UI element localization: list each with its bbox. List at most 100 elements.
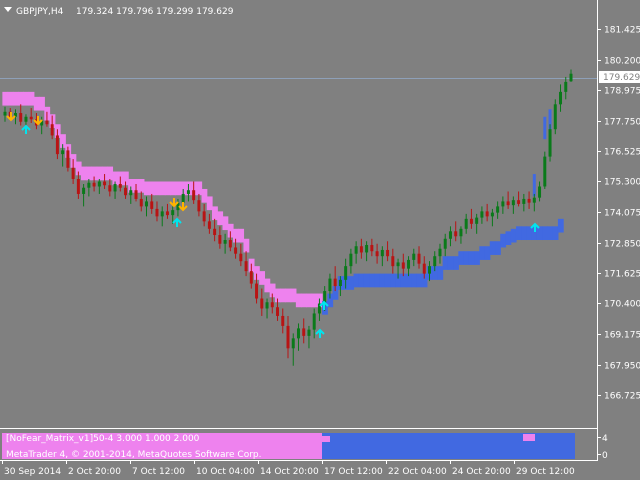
upper-band-segment bbox=[159, 181, 166, 196]
time-tick-label: 24 Oct 20:00 bbox=[452, 467, 511, 477]
candle-body bbox=[333, 278, 337, 287]
upper-band-segment bbox=[243, 238, 250, 253]
candle-body bbox=[192, 190, 196, 201]
candle-body bbox=[218, 235, 222, 244]
indicator-bar-bearish bbox=[523, 434, 535, 441]
candle-body bbox=[76, 179, 80, 194]
price-chart[interactable]: GBPJPY,H4 179.324 179.796 179.299 179.62… bbox=[0, 0, 640, 480]
lower-band-segment bbox=[442, 256, 449, 270]
time-tick-label: 17 Oct 12:00 bbox=[324, 467, 383, 477]
lower-band-segment bbox=[484, 246, 491, 260]
candle-body bbox=[401, 262, 405, 269]
lower-band-segment bbox=[416, 273, 423, 288]
lower-band-segment bbox=[552, 226, 559, 241]
time-tick-label: 2 Oct 20:00 bbox=[68, 467, 121, 477]
price-tick-label: 180.200 bbox=[604, 57, 640, 67]
candle-body bbox=[228, 240, 232, 248]
price-tick-label: 170.400 bbox=[604, 300, 640, 310]
lower-band-segment bbox=[536, 226, 543, 241]
price-tick-label: 178.975 bbox=[604, 87, 640, 97]
indicator-name-label: [NoFear_Matrix_v1]50-4 3.000 1.000 2.000 bbox=[6, 434, 200, 444]
candle-body bbox=[244, 261, 248, 272]
time-tick-label: 29 Oct 12:00 bbox=[516, 467, 575, 477]
candle-body bbox=[469, 218, 473, 224]
candle-body bbox=[380, 249, 384, 257]
price-tick-label: 177.750 bbox=[604, 118, 640, 128]
lower-band-segment bbox=[463, 251, 470, 265]
candle-body bbox=[370, 244, 374, 252]
candle-body bbox=[165, 211, 169, 216]
candle-body bbox=[55, 135, 59, 155]
candle-body bbox=[448, 231, 452, 239]
candle-body bbox=[386, 249, 390, 257]
upper-band-segment bbox=[12, 91, 19, 106]
candle-body bbox=[302, 328, 306, 336]
lower-band-segment bbox=[437, 266, 444, 280]
upper-band-segment bbox=[39, 96, 45, 111]
time-tick-label: 22 Oct 04:00 bbox=[388, 467, 447, 477]
candle-body bbox=[124, 187, 128, 196]
candle-body bbox=[359, 246, 363, 253]
candle-body bbox=[422, 263, 426, 274]
upper-band-segment bbox=[206, 196, 213, 211]
upper-band-segment bbox=[143, 181, 150, 196]
lower-band-segment bbox=[384, 273, 391, 288]
upper-band-segment bbox=[301, 293, 307, 308]
candle-body bbox=[312, 313, 316, 330]
candle-body bbox=[475, 217, 479, 224]
candle-body bbox=[108, 185, 112, 192]
candle-body bbox=[569, 73, 573, 82]
upper-band-segment bbox=[280, 288, 286, 303]
upper-band-segment bbox=[170, 181, 176, 196]
candle-body bbox=[87, 182, 91, 188]
candle-body bbox=[276, 307, 280, 316]
upper-band-segment bbox=[285, 288, 292, 303]
upper-band-segment bbox=[33, 96, 40, 111]
candle-body bbox=[396, 262, 400, 267]
candle-body bbox=[118, 183, 122, 188]
upper-band-segment bbox=[238, 228, 245, 243]
upper-band-segment bbox=[23, 91, 30, 106]
upper-band-segment bbox=[290, 288, 297, 303]
time-tick-label: 10 Oct 04:00 bbox=[196, 467, 255, 477]
candle-body bbox=[459, 228, 463, 237]
candle-body bbox=[496, 206, 500, 213]
candle-body bbox=[543, 156, 547, 187]
candle-body bbox=[160, 211, 164, 217]
lower-band-segment bbox=[515, 226, 522, 241]
candle-body bbox=[186, 190, 190, 194]
candle-body bbox=[522, 198, 526, 204]
candle-body bbox=[428, 266, 431, 274]
candle-body bbox=[61, 150, 65, 155]
upper-band-segment bbox=[149, 181, 155, 196]
candle-body bbox=[260, 298, 264, 309]
candle-body bbox=[92, 182, 96, 187]
candle-body bbox=[66, 150, 70, 168]
candle-body bbox=[365, 244, 369, 253]
candle-body bbox=[464, 218, 468, 229]
candle-body bbox=[139, 198, 143, 207]
candle-body bbox=[538, 186, 542, 198]
lower-band-segment bbox=[348, 276, 355, 290]
upper-band-segment bbox=[217, 211, 224, 226]
candle-body bbox=[548, 129, 552, 157]
upper-band-segment bbox=[259, 271, 266, 285]
lower-band-segment bbox=[495, 241, 501, 255]
indicator-axis-0: 0 bbox=[602, 451, 608, 461]
candle-body bbox=[564, 81, 568, 92]
upper-band-segment bbox=[154, 181, 161, 196]
upper-band-segment bbox=[311, 293, 318, 308]
lower-band-segment bbox=[379, 273, 386, 288]
candle-body bbox=[506, 201, 510, 206]
candle-body bbox=[407, 259, 411, 269]
candle-body bbox=[24, 116, 28, 122]
candle-body bbox=[291, 338, 295, 349]
price-tick-label: 172.850 bbox=[604, 240, 640, 250]
candle-body bbox=[501, 201, 505, 207]
upper-band-segment bbox=[222, 216, 229, 231]
candle-body bbox=[328, 278, 332, 292]
candle-body bbox=[532, 197, 536, 203]
symbol-label: GBPJPY,H4 bbox=[16, 7, 64, 17]
candle-body bbox=[433, 256, 437, 267]
candle-body bbox=[412, 253, 416, 260]
